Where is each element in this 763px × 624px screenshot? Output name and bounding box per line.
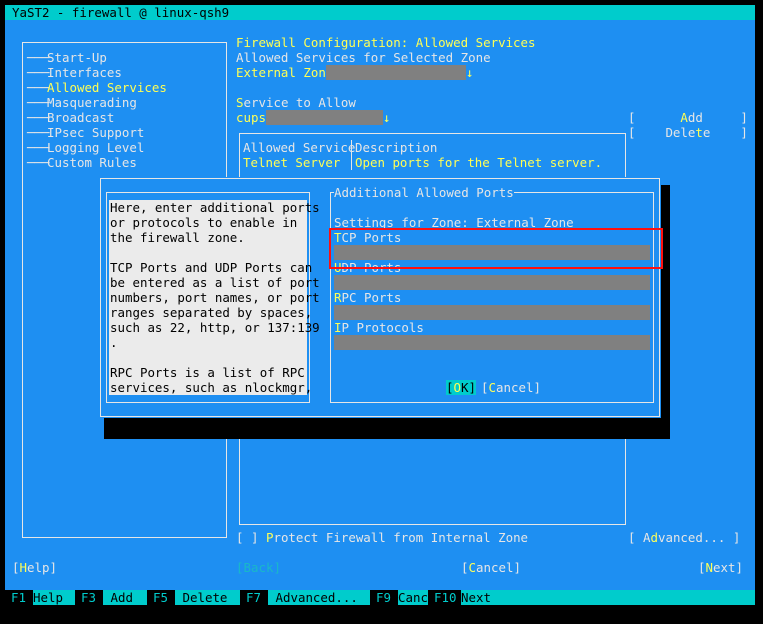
hotkey-letter: C <box>488 380 497 395</box>
help-line: ranges separated by spaces, <box>110 305 313 320</box>
hotkey-letter: H <box>19 560 28 575</box>
help-line: such as 22, http, or 137:139 <box>110 320 320 335</box>
help-text: Here, enter additional ports or protocols… <box>109 200 320 395</box>
fkey-label[interactable]: Add <box>103 590 147 605</box>
fkey-label[interactable]: Cancel <box>398 590 443 605</box>
help-line: numbers, port names, or port <box>110 290 320 305</box>
back-button[interactable]: [Back] <box>236 560 281 575</box>
hotkey-letter: P <box>265 530 274 545</box>
advanced-button[interactable]: [ Advanced... ] <box>628 530 740 545</box>
column-divider <box>351 140 352 170</box>
fkey-label[interactable]: Delete <box>175 590 240 605</box>
fkey-label[interactable]: Next <box>461 590 525 605</box>
chevron-down-icon[interactable]: ↓ <box>383 110 391 125</box>
dialog-cancel-button[interactable]: [Cancel] <box>481 380 541 395</box>
hotkey-letter: S <box>236 95 244 110</box>
port-field-input[interactable] <box>334 275 650 290</box>
zone-label: Allowed Services for Selected Zone <box>236 50 491 65</box>
hotkey-letter: t <box>695 125 703 140</box>
hotkey-letter: O <box>453 380 462 395</box>
zone-select-value: External Zone <box>236 65 334 80</box>
chevron-down-icon[interactable]: ↓ <box>466 65 474 80</box>
hotkey-letter: d <box>650 530 658 545</box>
fkey-f3[interactable]: F3 <box>75 590 103 605</box>
sidebar-item-label: Allowed Services <box>47 80 167 95</box>
column-header-service[interactable]: Allowed Service <box>243 140 355 155</box>
next-button[interactable]: [Next] <box>698 560 743 575</box>
fkey-f1[interactable]: F1 <box>5 590 33 605</box>
help-line: TCP Ports and UDP Ports can <box>110 260 313 275</box>
fkey-f9[interactable]: F9 <box>370 590 398 605</box>
frame-title: Additional Allowed Ports <box>334 185 514 200</box>
fkey-label[interactable]: Advanced... <box>268 590 370 605</box>
fkey-f10[interactable]: F10 <box>428 590 461 605</box>
sidebar-item-label: Masquerading <box>47 95 137 110</box>
function-key-bar: F1 Help F3 Add F5 Delete F7 Advanced... F9 Can… <box>5 590 755 605</box>
sidebar-item-label: Start-Up <box>47 50 107 65</box>
table-cell-service: Telnet Server <box>243 155 341 170</box>
page-title: Firewall Configuration: Allowed Services <box>236 35 536 50</box>
sidebar-item-label: Logging Level <box>47 140 145 155</box>
window-title: YaST2 - firewall @ linux-qsh9 <box>12 5 230 20</box>
add-button[interactable]: [ Add ] <box>628 110 748 125</box>
selection-highlight <box>329 228 663 269</box>
hotkey-letter: A <box>680 110 688 125</box>
port-field-label: IP Protocols <box>334 320 424 335</box>
hotkey-letter: N <box>705 560 714 575</box>
help-line: be entered as a list of port <box>110 275 320 290</box>
protect-firewall-checkbox[interactable]: [ ] Protect Firewall from Internal Zone <box>236 530 528 545</box>
zone-select-field[interactable] <box>326 65 466 80</box>
help-line: RPC Ports is a list of RPC <box>110 365 305 380</box>
port-field-input[interactable] <box>334 335 650 350</box>
help-line: Here, enter additional ports <box>110 200 320 215</box>
port-field-input[interactable] <box>334 305 650 320</box>
service-select-value: cups <box>236 110 266 125</box>
delete-button[interactable]: [ Delete ] <box>628 125 748 140</box>
fkey-label[interactable]: Help <box>33 590 75 605</box>
ok-button[interactable]: [OK] <box>446 380 476 395</box>
help-line: . <box>110 335 118 350</box>
hotkey-letter: C <box>468 560 477 575</box>
port-field-label: RPC Ports <box>334 290 402 305</box>
cancel-button[interactable]: [Cancel] <box>461 560 521 575</box>
fkey-f5[interactable]: F5 <box>147 590 175 605</box>
title-bar: YaST2 - firewall @ linux-qsh9 <box>5 5 755 20</box>
sidebar-item-label: Broadcast <box>47 110 115 125</box>
table-cell-description: Open ports for the Telnet server. <box>355 155 603 170</box>
sidebar-item-label: IPsec Support <box>47 125 145 140</box>
help-button[interactable]: [Help] <box>12 560 57 575</box>
hotkey-letter: I <box>334 320 342 335</box>
help-line: or protocols to enable in <box>110 215 298 230</box>
fkey-f7[interactable]: F7 <box>240 590 268 605</box>
help-line: services, such as nlockmgr, <box>110 380 313 395</box>
sidebar-item-label: Custom Rules <box>47 155 137 170</box>
help-line: the firewall zone. <box>110 230 245 245</box>
service-label: Service to Allow <box>236 95 356 110</box>
hotkey-letter: R <box>334 290 342 305</box>
service-select-field[interactable] <box>266 110 383 125</box>
sidebar-item-label: Interfaces <box>47 65 122 80</box>
column-header-description[interactable]: Description <box>355 140 437 155</box>
